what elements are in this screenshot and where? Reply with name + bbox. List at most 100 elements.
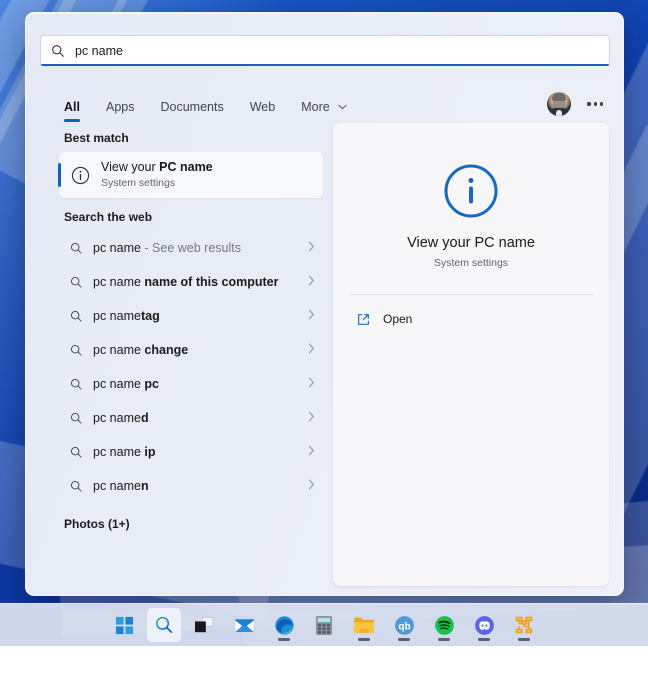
running-indicator bbox=[358, 638, 370, 641]
search-icon bbox=[59, 276, 93, 289]
tab-label: All bbox=[64, 100, 80, 114]
suggestion-bold: n bbox=[141, 479, 149, 493]
avatar-shirt bbox=[556, 110, 562, 116]
tab-label: Apps bbox=[106, 100, 135, 114]
search-box[interactable] bbox=[40, 35, 610, 66]
web-suggestion-label: pc name ip bbox=[93, 445, 156, 459]
search-icon bbox=[59, 480, 93, 493]
web-suggestion-item[interactable]: pc name ip bbox=[59, 435, 323, 469]
chevron-right-icon bbox=[308, 443, 315, 461]
task-view-button[interactable] bbox=[187, 608, 221, 642]
tab-more[interactable]: More bbox=[288, 95, 360, 123]
suggestion-bold: pc bbox=[144, 377, 159, 391]
spotify-button[interactable] bbox=[427, 608, 461, 642]
web-suggestion-item[interactable]: pc namen bbox=[59, 469, 323, 503]
web-suggestion-item[interactable]: pc nametag bbox=[59, 299, 323, 333]
chevron-down-icon bbox=[338, 99, 347, 113]
chevron-right-icon bbox=[308, 375, 315, 393]
taskbar: qb bbox=[0, 603, 648, 646]
suggestion-bold: change bbox=[144, 343, 188, 357]
chevron-right-icon bbox=[308, 239, 315, 257]
running-indicator bbox=[518, 638, 530, 641]
preview-title: View your PC name bbox=[333, 235, 609, 251]
search-box-container bbox=[40, 35, 610, 66]
chevron-right-icon bbox=[308, 477, 315, 495]
qbittorrent-button[interactable]: qb bbox=[387, 608, 421, 642]
start-button[interactable] bbox=[107, 608, 141, 642]
tab-apps[interactable]: Apps bbox=[93, 96, 148, 123]
avatar-hair bbox=[552, 93, 566, 101]
best-match-title: View your PC name bbox=[101, 160, 213, 176]
suggestion-prefix: pc name bbox=[93, 309, 141, 323]
suggestion-prefix: pc name bbox=[93, 377, 144, 391]
tab-label: More bbox=[301, 100, 329, 114]
file-explorer-button[interactable] bbox=[347, 608, 381, 642]
running-indicator bbox=[478, 638, 490, 641]
chevron-right-icon bbox=[308, 409, 315, 427]
suggestion-muted: - See web results bbox=[141, 241, 241, 255]
photos-heading: Photos (1+) bbox=[26, 503, 333, 538]
suggestion-bold: tag bbox=[141, 309, 160, 323]
search-web-heading: Search the web bbox=[26, 198, 333, 231]
web-suggestion-item[interactable]: pc named bbox=[59, 401, 323, 435]
header-actions bbox=[547, 92, 607, 116]
best-match-texts: View your PC name System settings bbox=[101, 160, 213, 191]
avatar[interactable] bbox=[547, 92, 571, 116]
tab-label: Documents bbox=[160, 100, 223, 114]
suggestion-prefix: pc name bbox=[93, 479, 141, 493]
running-indicator bbox=[438, 638, 450, 641]
web-suggestion-label: pc named bbox=[93, 411, 149, 425]
dot bbox=[594, 102, 597, 105]
dot bbox=[600, 102, 603, 105]
search-button[interactable] bbox=[147, 608, 181, 642]
web-suggestion-item[interactable]: pc name pc bbox=[59, 367, 323, 401]
tab-web[interactable]: Web bbox=[237, 96, 288, 123]
more-options-icon[interactable] bbox=[583, 96, 607, 111]
preview-pane: View your PC name System settings Open bbox=[333, 123, 609, 586]
calculator-button[interactable] bbox=[307, 608, 341, 642]
title-bold: PC name bbox=[159, 160, 213, 174]
best-match-heading: Best match bbox=[26, 121, 333, 152]
tab-documents[interactable]: Documents bbox=[147, 96, 236, 123]
search-icon bbox=[59, 242, 93, 255]
info-circle-icon bbox=[441, 161, 501, 221]
preview-action-open[interactable]: Open bbox=[343, 303, 599, 335]
running-indicator bbox=[278, 638, 290, 641]
chevron-right-icon bbox=[308, 307, 315, 325]
search-icon bbox=[59, 344, 93, 357]
web-suggestion-item[interactable]: pc name change bbox=[59, 333, 323, 367]
suggestion-prefix: pc name bbox=[93, 445, 144, 459]
web-suggestion-label: pc name name of this computer bbox=[93, 275, 278, 289]
edge-button[interactable] bbox=[267, 608, 301, 642]
suggestion-prefix: pc name bbox=[93, 343, 144, 357]
web-suggestion-item[interactable]: pc name - See web results bbox=[59, 231, 323, 265]
chevron-right-icon bbox=[308, 273, 315, 291]
discord-button[interactable] bbox=[467, 608, 501, 642]
svg-text:qb: qb bbox=[398, 621, 410, 632]
suggestion-prefix: pc name bbox=[93, 275, 144, 289]
suggestion-prefix: pc name bbox=[93, 411, 141, 425]
preview-action-label: Open bbox=[383, 312, 412, 326]
web-suggestion-label: pc nametag bbox=[93, 309, 160, 323]
search-icon bbox=[41, 44, 75, 58]
best-match-item[interactable]: View your PC name System settings bbox=[59, 152, 323, 198]
tab-all[interactable]: All bbox=[59, 96, 93, 123]
filter-tabs: All Apps Documents Web More bbox=[59, 95, 360, 123]
preview-subtitle: System settings bbox=[333, 257, 609, 269]
divider bbox=[349, 294, 593, 295]
screen: All Apps Documents Web More bbox=[0, 0, 648, 646]
web-suggestion-label: pc name pc bbox=[93, 377, 159, 391]
tab-label: Web bbox=[250, 100, 275, 114]
search-input[interactable] bbox=[75, 44, 609, 58]
web-suggestion-label: pc namen bbox=[93, 479, 149, 493]
best-match-subtitle: System settings bbox=[101, 177, 213, 190]
results-list: Best match View your PC name System sett… bbox=[26, 121, 333, 595]
selection-accent-bar bbox=[58, 163, 61, 187]
suggestion-bold: ip bbox=[144, 445, 155, 459]
open-external-icon bbox=[343, 312, 383, 327]
web-suggestion-item[interactable]: pc name name of this computer bbox=[59, 265, 323, 299]
vmware-button[interactable] bbox=[507, 608, 541, 642]
mail-button[interactable] bbox=[227, 608, 261, 642]
suggestion-bold: name of this computer bbox=[144, 275, 278, 289]
suggestion-bold: d bbox=[141, 411, 149, 425]
